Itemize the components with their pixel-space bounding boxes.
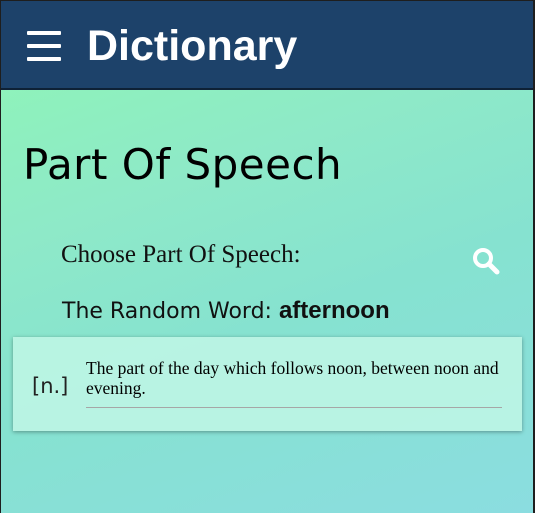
random-word-line: The Random Word: afternoon [62, 296, 390, 327]
menu-bar-bottom [27, 57, 61, 61]
random-word-value: afternoon [278, 297, 390, 324]
search-icon[interactable] [471, 246, 501, 276]
part-of-speech-tag: [n.] [32, 374, 69, 398]
definition-divider [86, 407, 502, 408]
app-title: Dictionary [87, 22, 298, 70]
menu-bar-top [27, 31, 61, 35]
definition-card: [n.] The part of the day which follows n… [13, 337, 522, 431]
app-header: Dictionary [1, 1, 533, 90]
definition-text: The part of the day which follows noon, … [86, 358, 499, 398]
choose-part-of-speech-label[interactable]: Choose Part Of Speech: [61, 239, 301, 271]
search-icon-graphic [473, 248, 500, 275]
random-word-label: The Random Word: [62, 299, 279, 324]
menu-bar-middle [27, 44, 61, 48]
app-window: Dictionary Part Of Speech Choose Part Of… [1, 1, 533, 513]
page-title: Part Of Speech [23, 140, 343, 189]
hamburger-menu-icon[interactable] [27, 31, 61, 61]
